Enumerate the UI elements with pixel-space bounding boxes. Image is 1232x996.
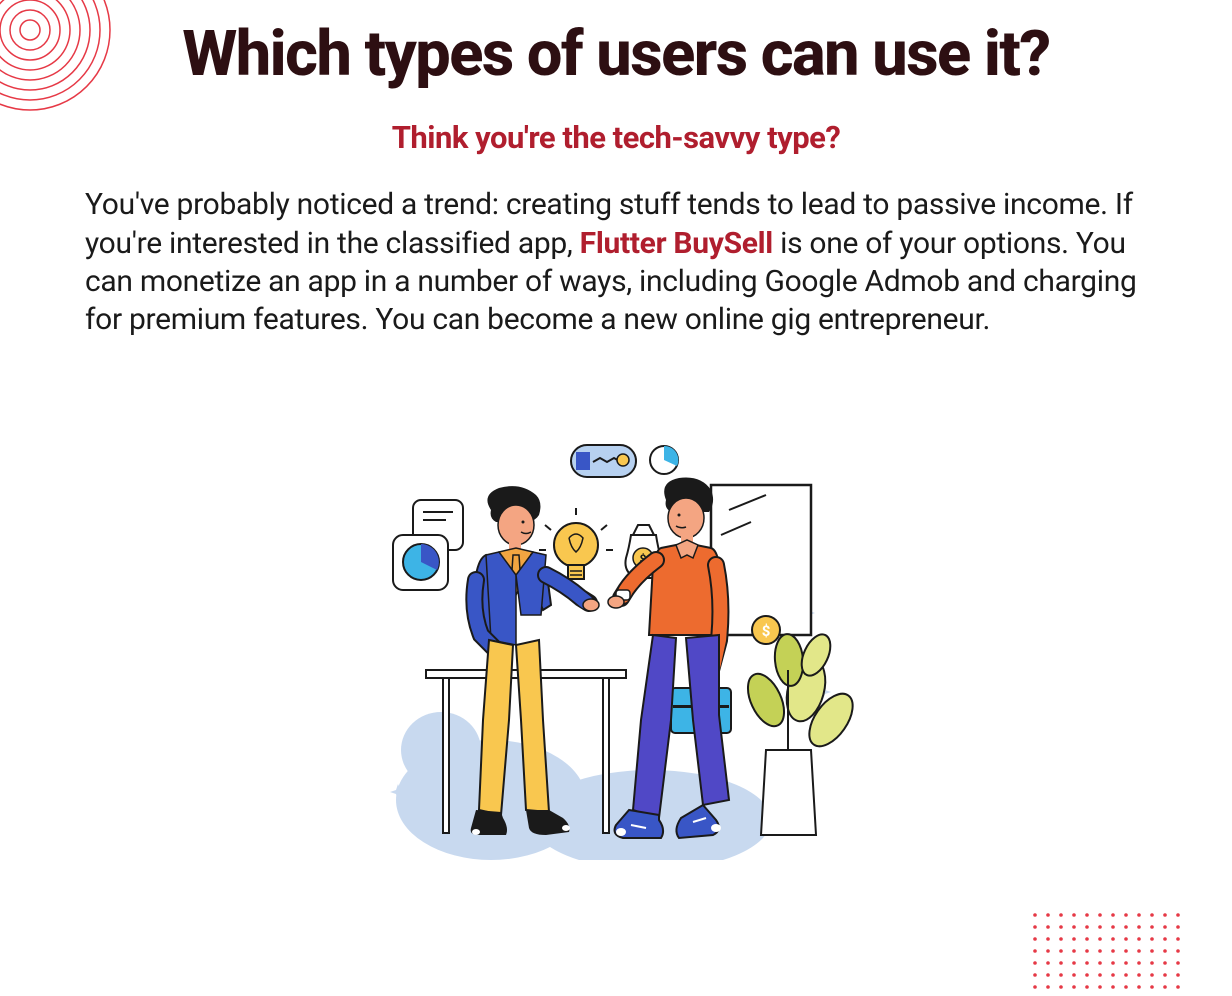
concentric-circles-decoration bbox=[0, 0, 120, 120]
business-deal-illustration: $ $ bbox=[371, 440, 861, 860]
page-title: Which types of users can use it? bbox=[85, 20, 1147, 89]
page-subtitle: Think you're the tech-savvy type? bbox=[85, 119, 1147, 156]
body-paragraph: You've probably noticed a trend: creatin… bbox=[85, 186, 1147, 340]
dots-grid-decoration bbox=[1032, 912, 1202, 992]
body-text-highlight: Flutter BuySell bbox=[580, 226, 773, 261]
svg-text:$: $ bbox=[762, 622, 771, 640]
